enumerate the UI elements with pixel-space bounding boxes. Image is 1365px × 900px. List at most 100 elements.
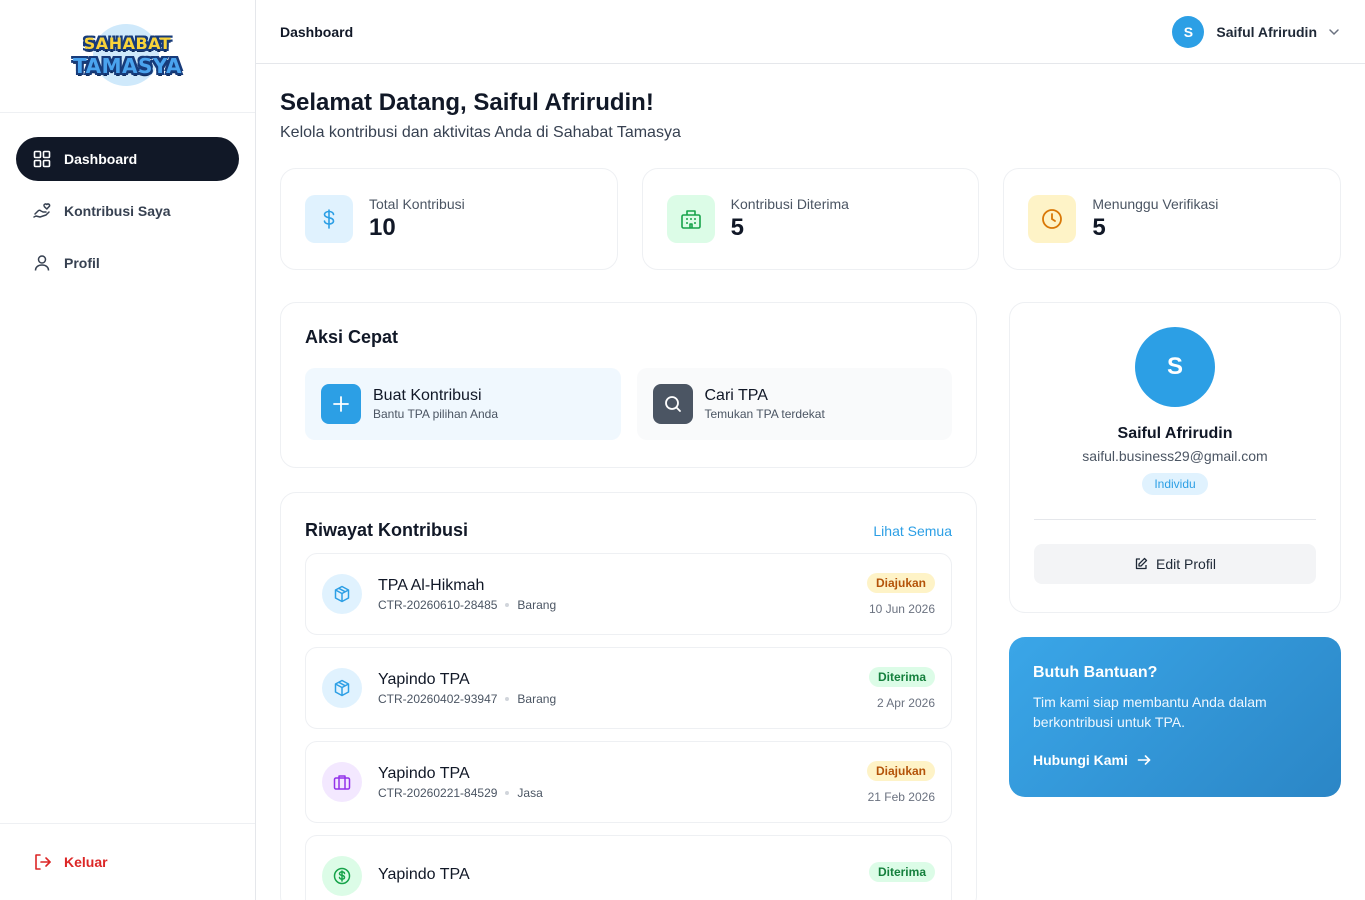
- profile-type-badge: Individu: [1142, 473, 1208, 495]
- quick-actions-row: Buat Kontribusi Bantu TPA pilihan Anda C…: [305, 368, 952, 440]
- profile-email: saiful.business29@gmail.com: [1082, 448, 1268, 464]
- history-meta: CTR-20260221-84529 Jasa: [378, 786, 867, 800]
- status-badge: Diterima: [868, 861, 935, 882]
- history-title: Riwayat Kontribusi: [305, 520, 469, 540]
- history-code: CTR-20260610-28485: [378, 597, 498, 612]
- create-contribution-button[interactable]: Buat Kontribusi Bantu TPA pilihan Anda: [305, 368, 621, 440]
- page-title: Selamat Datang, Saiful Afrirudin!: [280, 89, 654, 116]
- arrow-right-icon: [1137, 755, 1151, 765]
- history-name: Yapindo TPA: [378, 865, 470, 883]
- profile-name: Saiful Afrirudin: [1117, 425, 1233, 442]
- history-card: Riwayat Kontribusi Lihat Semua TPA Al-Hi…: [280, 492, 977, 900]
- contact-us-label: Hubungi Kami: [1033, 752, 1128, 768]
- logout-button[interactable]: Keluar: [16, 840, 239, 884]
- top-header: Dashboard S Saiful Afrirudin: [256, 0, 1365, 64]
- history-code: CTR-20260221-84529: [378, 785, 498, 800]
- history-code: CTR-20260402-93947: [378, 691, 498, 706]
- logout-icon: [35, 854, 51, 870]
- chevron-down-icon: [1329, 28, 1339, 35]
- quick-actions-card: Aksi Cepat Buat Kontribusi Bantu TPA pil…: [280, 302, 977, 468]
- search-icon: [652, 384, 693, 424]
- edit-icon: [1135, 557, 1148, 570]
- profile-avatar: S: [1135, 327, 1215, 407]
- history-row[interactable]: Yapindo TPA Diterima: [305, 835, 952, 900]
- help-card: Butuh Bantuan? Tim kami siap membantu An…: [1009, 637, 1341, 797]
- history-date: 21 Feb 2026: [867, 789, 935, 804]
- quick-action-subtitle: Temukan TPA terdekat: [704, 407, 825, 421]
- stat-card-pending: Menunggu Verifikasi 5: [1003, 168, 1342, 270]
- history-date: 2 Apr 2026: [876, 695, 935, 710]
- quick-action-subtitle: Bantu TPA pilihan Anda: [373, 407, 498, 421]
- edit-profile-button[interactable]: Edit Profil: [1034, 544, 1316, 584]
- logo-area: SAHABAT TAMASYA: [0, 0, 255, 113]
- box-icon: [322, 668, 362, 708]
- stat-label: Menunggu Verifikasi: [1092, 196, 1219, 212]
- contact-us-link[interactable]: Hubungi Kami: [1033, 752, 1317, 768]
- sidebar-item-profil[interactable]: Profil: [16, 241, 239, 285]
- clock-icon: [1028, 195, 1077, 243]
- separator-dot: [505, 602, 510, 607]
- sidebar-item-label: Dashboard: [64, 151, 138, 167]
- logout-label: Keluar: [64, 854, 108, 870]
- avatar: S: [1172, 15, 1205, 48]
- user-icon: [32, 253, 52, 273]
- app-logo[interactable]: SAHABAT TAMASYA: [63, 24, 193, 88]
- history-row[interactable]: TPA Al-Hikmah CTR-20260610-28485 Barang D…: [305, 553, 952, 635]
- status-badge: Diterima: [868, 666, 935, 687]
- history-type: Barang: [517, 597, 557, 612]
- history-name: Yapindo TPA: [378, 670, 470, 688]
- help-description: Tim kami siap membantu Anda dalam berkon…: [1033, 694, 1267, 730]
- quick-action-title: Buat Kontribusi: [373, 387, 482, 404]
- stat-value: 10: [369, 214, 396, 241]
- history-meta: CTR-20260402-93947 Barang: [378, 692, 869, 706]
- history-header: Riwayat Kontribusi Lihat Semua: [305, 520, 952, 541]
- separator-dot: [505, 790, 510, 795]
- help-title: Butuh Bantuan?: [1033, 664, 1158, 681]
- welcome-section: Selamat Datang, Saiful Afrirudin! Kelola…: [280, 89, 1341, 142]
- sidebar-item-label: Kontribusi Saya: [64, 203, 171, 219]
- right-column: S Saiful Afrirudin saiful.business29@gma…: [1009, 302, 1341, 900]
- plus-icon: [321, 384, 361, 424]
- sidebar: SAHABAT TAMASYA Dashboard Kontribusi Say…: [0, 0, 256, 900]
- history-date: 10 Jun 2026: [868, 601, 935, 616]
- find-tpa-button[interactable]: Cari TPA Temukan TPA terdekat: [636, 368, 952, 440]
- breadcrumb: Dashboard: [280, 23, 354, 40]
- stat-value: 5: [1092, 214, 1106, 241]
- stat-card-total: Total Kontribusi 10: [280, 168, 618, 270]
- left-column: Aksi Cepat Buat Kontribusi Bantu TPA pil…: [280, 302, 977, 900]
- hand-heart-icon: [32, 201, 52, 221]
- edit-profile-label: Edit Profil: [1156, 556, 1216, 572]
- logo-line-1: SAHABAT: [83, 34, 172, 53]
- history-type: Jasa: [517, 785, 543, 800]
- briefcase-icon: [322, 762, 362, 802]
- separator-dot: [505, 696, 510, 701]
- logo-line-2: TAMASYA: [73, 54, 182, 78]
- status-badge: Diajukan: [866, 760, 935, 781]
- history-name: Yapindo TPA: [378, 764, 470, 782]
- history-row[interactable]: Yapindo TPA CTR-20260402-93947 Barang Dit…: [305, 647, 952, 729]
- sidebar-item-kontribusi-saya[interactable]: Kontribusi Saya: [16, 189, 239, 233]
- sidebar-item-dashboard[interactable]: Dashboard: [16, 137, 239, 181]
- stat-value: 5: [730, 214, 745, 241]
- history-name: TPA Al-Hikmah: [378, 576, 485, 594]
- building-icon: [666, 195, 715, 243]
- content-grid: Aksi Cepat Buat Kontribusi Bantu TPA pil…: [280, 302, 1341, 900]
- profile-card: S Saiful Afrirudin saiful.business29@gma…: [1009, 302, 1341, 613]
- history-row[interactable]: Yapindo TPA CTR-20260221-84529 Jasa Diaju…: [305, 741, 952, 823]
- history-type: Barang: [517, 691, 557, 706]
- box-icon: [322, 574, 362, 614]
- quick-actions-title: Aksi Cepat: [305, 327, 399, 347]
- sidebar-item-label: Profil: [64, 255, 100, 271]
- stat-label: Total Kontribusi: [369, 196, 465, 212]
- stats-row: Total Kontribusi 10 Kontribusi Diterima …: [280, 168, 1342, 270]
- coin-icon: [322, 856, 362, 896]
- stat-card-accepted: Kontribusi Diterima 5: [641, 168, 980, 270]
- divider: [1034, 519, 1316, 520]
- main-content: Selamat Datang, Saiful Afrirudin! Kelola…: [256, 64, 1365, 900]
- grid-icon: [32, 149, 52, 169]
- see-all-link[interactable]: Lihat Semua: [873, 523, 952, 539]
- user-menu[interactable]: S Saiful Afrirudin: [1172, 15, 1341, 48]
- stat-label: Kontribusi Diterima: [730, 196, 849, 212]
- user-name: Saiful Afrirudin: [1216, 23, 1317, 40]
- history-meta: CTR-20260610-28485 Barang: [378, 598, 867, 612]
